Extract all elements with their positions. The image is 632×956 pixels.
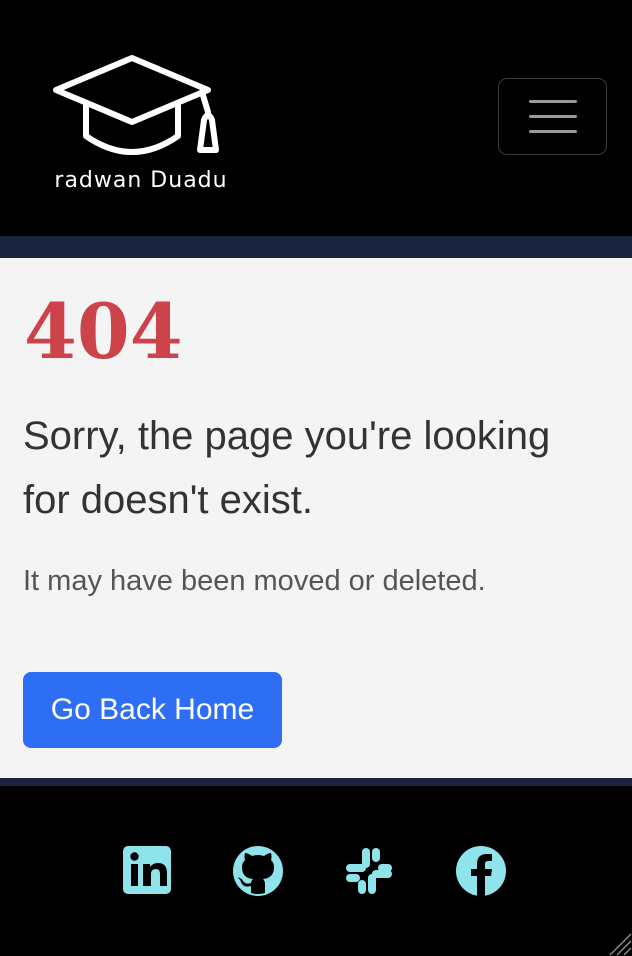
facebook-link[interactable] [454, 844, 508, 898]
error-code: 404 [24, 287, 183, 376]
github-icon [233, 846, 283, 896]
site-header: radwan Duadu [0, 0, 632, 236]
site-footer [0, 786, 632, 956]
menu-toggle-button[interactable] [498, 78, 607, 155]
facebook-icon [456, 846, 506, 896]
error-subtitle: It may have been moved or deleted. [23, 565, 486, 597]
footer-divider [0, 778, 632, 786]
slack-icon [346, 848, 392, 894]
error-section: 404 Sorry, the page you're looking for d… [0, 258, 632, 778]
brand-logo[interactable]: radwan Duadu [36, 50, 246, 200]
slack-link[interactable] [342, 844, 396, 898]
brand-name: radwan Duadu [54, 168, 228, 193]
error-title: Sorry, the page you're looking for doesn… [23, 414, 551, 522]
header-divider [0, 236, 632, 258]
graduation-cap-icon [53, 55, 219, 155]
linkedin-link[interactable] [121, 844, 175, 898]
resize-grip-icon[interactable] [604, 928, 632, 956]
github-link[interactable] [231, 844, 285, 898]
go-back-home-button[interactable]: Go Back Home [23, 672, 282, 748]
linkedin-icon [123, 846, 171, 894]
